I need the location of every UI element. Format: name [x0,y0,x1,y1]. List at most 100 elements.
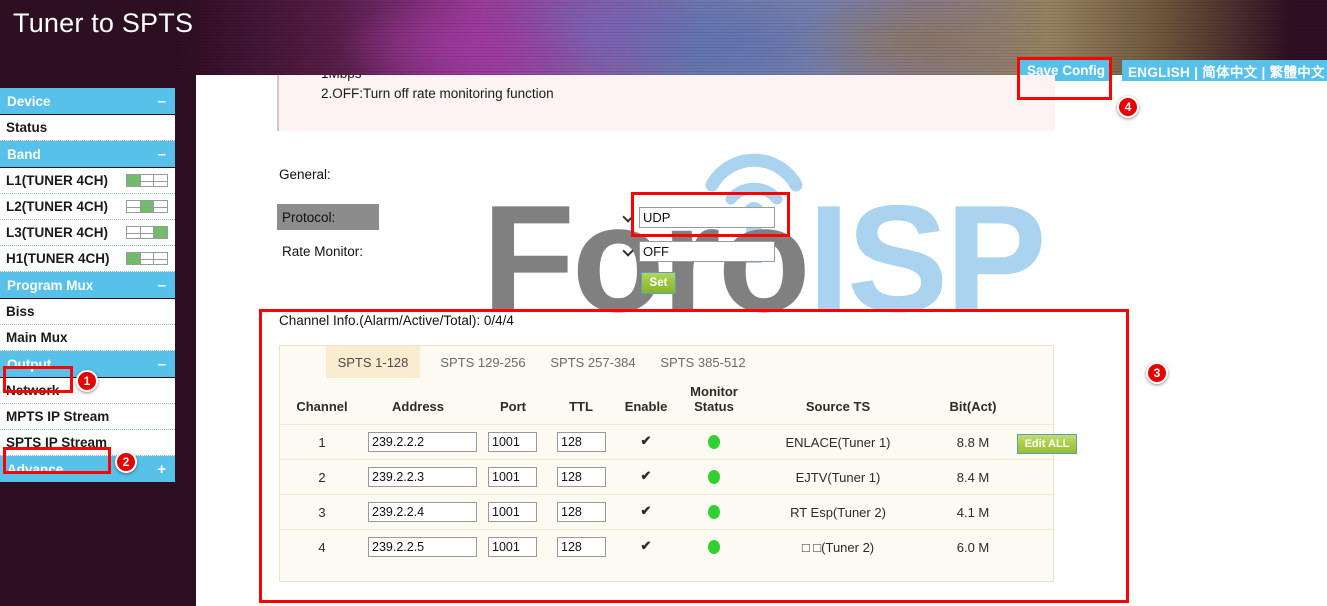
header-address: Address [391,399,445,414]
port-input[interactable] [488,467,537,487]
collapse-icon: – [157,92,166,110]
cell-source-ts: ENLACE(Tuner 1) [785,435,891,450]
table-row: 3 ✔ RT Esp(Tuner 2) 4.1 M [280,494,1055,529]
sidebar-item-h1-label: H1(TUNER 4CH) [6,251,110,266]
tab-spts-129-256[interactable]: SPTS 129-256 [428,346,538,378]
cell-bit-act: 8.8 M [956,435,990,450]
ttl-input[interactable] [557,432,606,452]
cell-bit-act: 8.4 M [956,470,990,485]
address-input[interactable] [368,502,477,522]
port-input[interactable] [488,537,537,557]
port-input[interactable] [488,432,537,452]
sidebar-item-l3-label: L3(TUNER 4CH) [6,225,109,240]
address-input[interactable] [368,537,477,557]
rate-monitor-select[interactable]: OFF [639,241,775,262]
table-header-row: Channel Address Port TTL Enable Monitor … [280,378,1077,454]
set-button[interactable]: Set [641,272,676,294]
page-title: Tuner to SPTS [13,8,194,38]
language-switcher[interactable]: ENGLISH | 简体中文 | 繁體中文 [1122,60,1327,81]
sidebar-group-device[interactable]: Device – [0,88,175,114]
sidebar-item-l3[interactable]: L3(TUNER 4CH) [0,220,175,246]
annotation-badge-3: 3 [1146,362,1168,384]
sidebar-item-spts-ip-stream-label: SPTS IP Stream [6,435,108,450]
sidebar-item-l2[interactable]: L2(TUNER 4CH) [0,194,175,220]
header-enable: Enable [624,399,668,414]
sidebar-item-status[interactable]: Status [0,115,175,141]
sidebar-group-output-label: Output [7,356,52,372]
ttl-input[interactable] [557,537,606,557]
sidebar-item-l2-label: L2(TUNER 4CH) [6,199,109,214]
sidebar-item-main-mux-label: Main Mux [6,330,68,345]
monitor-status-indicator [678,470,750,487]
sidebar-group-advance-label: Advance [7,461,64,477]
ttl-input[interactable] [557,502,606,522]
cell-channel: 2 [318,470,326,485]
enable-check-icon[interactable]: ✔ [613,469,679,482]
sidebar-group-device-label: Device [7,93,51,109]
sidebar-group-band-label: Band [7,146,41,162]
table-row: 4 ✔ □ □(Tuner 2) 6.0 M [280,529,1055,564]
monitor-status-indicator [678,505,750,522]
header-port: Port [500,399,526,414]
sidebar-item-h1[interactable]: H1(TUNER 4CH) [0,246,175,272]
table-row: 2 ✔ EJTV(Tuner 1) 8.4 M [280,459,1055,494]
ttl-input[interactable] [557,467,606,487]
expand-icon: + [157,460,166,478]
sidebar-group-program-mux-label: Program Mux [7,277,94,293]
tab-spts-257-384[interactable]: SPTS 257-384 [538,346,648,378]
sidebar-item-biss[interactable]: Biss [0,299,175,325]
collapse-icon: – [157,276,166,294]
collapse-icon: – [157,355,166,373]
cell-source-ts: □ □(Tuner 2) [801,540,875,555]
sidebar-item-spts-ip-stream[interactable]: SPTS IP Stream [0,430,175,456]
sidebar: Device – Status Band – L1(TUNER 4CH) L2(… [0,88,175,483]
tab-spts-385-512[interactable]: SPTS 385-512 [648,346,758,378]
tab-spts-1-128[interactable]: SPTS 1-128 [326,346,420,378]
enable-check-icon[interactable]: ✔ [613,434,679,447]
spts-table-panel: SPTS 1-128 SPTS 129-256 SPTS 257-384 SPT… [279,345,1077,582]
address-input[interactable] [368,432,477,452]
cell-bit-act: 6.0 M [956,540,990,555]
address-input[interactable] [368,467,477,487]
table-row: 1 ✔ ENLACE(Tuner 1) 8.8 M [280,424,1055,459]
signal-indicator-icon [126,226,168,239]
spts-range-tabs: SPTS 1-128 SPTS 129-256 SPTS 257-384 SPT… [280,346,1053,378]
port-input[interactable] [488,502,537,522]
cell-source-ts: EJTV(Tuner 1) [795,470,881,485]
cell-source-ts: RT Esp(Tuner 2) [790,505,886,520]
annotation-badge-1: 1 [76,370,98,392]
rate-monitor-label: Rate Monitor: [282,243,364,259]
header-monitor-status-line2: Status [694,399,734,414]
header-monitor-status-line1: Monitor [690,384,738,399]
signal-indicator-icon [126,200,168,213]
sidebar-group-band[interactable]: Band – [0,141,175,167]
sidebar-item-l1-label: L1(TUNER 4CH) [6,173,109,188]
sidebar-group-program-mux[interactable]: Program Mux – [0,272,175,298]
sidebar-item-mpts-ip-stream[interactable]: MPTS IP Stream [0,404,175,430]
enable-check-icon[interactable]: ✔ [613,539,679,552]
protocol-select[interactable]: UDP [639,207,775,228]
enable-check-icon[interactable]: ✔ [613,504,679,517]
monitor-status-indicator [678,435,750,452]
annotation-badge-4: 4 [1117,96,1139,118]
sidebar-group-advance[interactable]: Advance + [0,456,175,482]
signal-indicator-icon [126,252,168,265]
sidebar-item-biss-label: Biss [6,304,35,319]
channel-info-text: Channel Info.(Alarm/Active/Total): 0/4/4 [279,313,514,328]
header-bit-act: Bit(Act) [949,399,997,414]
sidebar-item-l1[interactable]: L1(TUNER 4CH) [0,168,175,194]
protocol-label: Protocol: [277,204,379,230]
header-source-ts: Source TS [805,399,871,414]
sidebar-item-main-mux[interactable]: Main Mux [0,325,175,351]
general-section-label: General: [279,167,331,182]
sidebar-item-mpts-ip-stream-label: MPTS IP Stream [6,409,110,424]
sidebar-item-network-label: Network [6,383,60,398]
notice-line-1: 1Mbps [321,75,362,81]
header-ttl: TTL [569,399,593,414]
signal-indicator-icon [126,174,168,187]
annotation-badge-2: 2 [115,451,137,473]
collapse-icon: – [157,145,166,163]
header-channel: Channel [296,399,348,414]
cell-channel: 3 [318,505,326,520]
notice-box: 1Mbps 2.OFF:Turn off rate monitoring fun… [277,75,1055,131]
